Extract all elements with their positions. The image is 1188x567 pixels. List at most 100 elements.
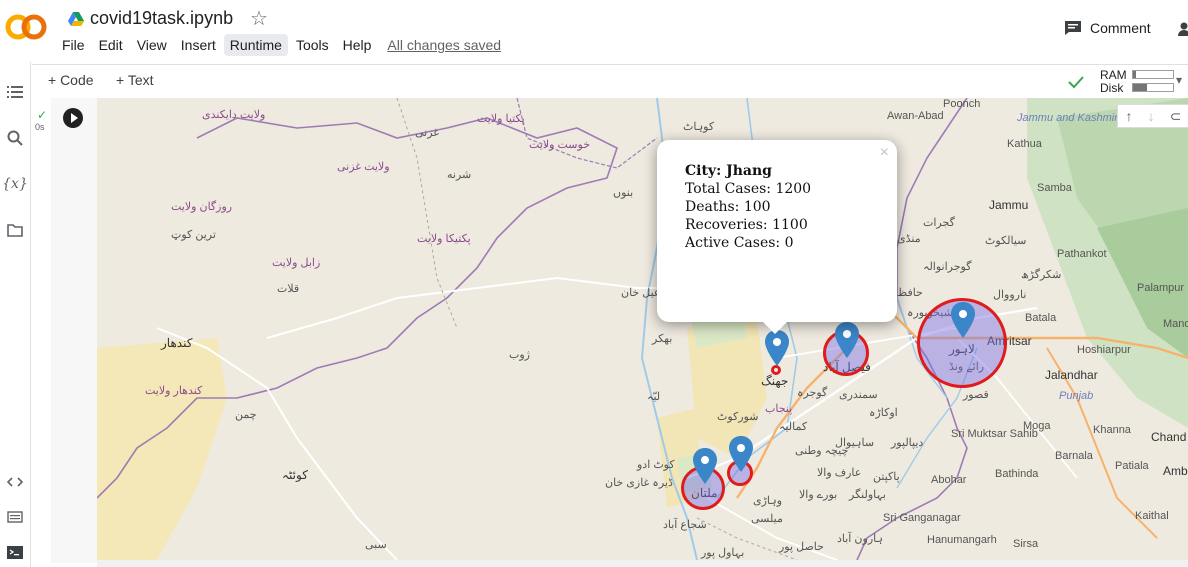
search-icon[interactable] <box>5 128 25 148</box>
disk-bar-fill <box>1133 84 1147 91</box>
map-label: Barnala <box>1055 450 1093 462</box>
popup-total-cases: Total Cases: 1200 <box>685 181 812 197</box>
cell-action-toolbar: ↑ ↓ ⊂ <box>1117 104 1188 128</box>
popup-close-button[interactable]: × <box>880 144 889 162</box>
notebook-title[interactable]: covid19task.ipynb <box>68 8 233 29</box>
map-pin-icon[interactable] <box>693 448 717 484</box>
map-pin-icon[interactable] <box>835 322 859 358</box>
link-icon[interactable]: ⊂ <box>1170 108 1182 125</box>
map-label: گجرات <box>923 217 955 229</box>
cell-run-area <box>51 98 98 563</box>
horizontal-scrollbar[interactable] <box>97 560 1188 567</box>
map-pin-icon[interactable] <box>951 302 975 338</box>
map-label: اوکاڑہ <box>869 407 898 419</box>
map-label: بورے والا <box>799 489 838 501</box>
menu-edit[interactable]: Edit <box>93 34 129 56</box>
table-of-contents-icon[interactable] <box>5 82 25 102</box>
comment-button[interactable]: Comment <box>1064 20 1151 36</box>
save-status-link[interactable]: All changes saved <box>379 34 509 56</box>
notebook-title-text[interactable]: covid19task.ipynb <box>90 8 233 29</box>
move-cell-down-icon[interactable]: ↓ <box>1148 108 1155 124</box>
add-code-button[interactable]: + Code <box>48 72 94 88</box>
map-label: گوجرانوالہ <box>923 261 972 273</box>
map-label: Jammu <box>989 198 1029 212</box>
ram-bar-fill <box>1133 71 1137 78</box>
cell-exec-time: 0s <box>35 122 45 132</box>
disk-label: Disk <box>1100 80 1124 95</box>
map-label: Hanumangarh <box>927 534 997 546</box>
cell-status-gutter: ✓ 0s <box>31 98 51 563</box>
map-pin-icon[interactable] <box>765 330 789 366</box>
colab-logo[interactable] <box>4 10 48 44</box>
map-label: دیپالپور <box>891 437 924 449</box>
map-label: کندهار ولایت <box>145 385 203 397</box>
chevron-down-icon[interactable]: ▾ <box>1176 73 1182 87</box>
popup-city: City: Jhang <box>685 163 772 179</box>
code-snippets-icon[interactable] <box>5 472 25 492</box>
map-label: Mand <box>1163 318 1188 330</box>
map-label: Batala <box>1025 312 1057 324</box>
terminal-icon[interactable] <box>5 542 25 562</box>
map-label: ولایت دایکندی <box>202 109 266 121</box>
add-text-button[interactable]: + Text <box>116 72 154 88</box>
map-label: پاکپتن <box>873 471 900 483</box>
map-label: شرنه <box>447 169 472 181</box>
menu-insert[interactable]: Insert <box>175 34 222 56</box>
map-label: خوست ولایت <box>529 139 591 151</box>
map-label: چمن <box>235 409 257 421</box>
command-palette-icon[interactable] <box>5 507 25 527</box>
menu-tools[interactable]: Tools <box>290 34 335 56</box>
folium-map[interactable]: ولایت دایکندی غزنی پکتیا ولایت خوست ولای… <box>97 98 1188 560</box>
popup-active-cases: Active Cases: 0 <box>685 235 794 251</box>
map-label: گوجرہ <box>797 387 828 399</box>
left-sidebar: {x} <box>0 62 31 567</box>
map-label: Chand <box>1151 430 1187 444</box>
menu-runtime[interactable]: Runtime <box>223 34 288 56</box>
map-label: شورکوٹ <box>717 411 759 423</box>
share-people-icon[interactable] <box>1176 22 1188 36</box>
run-cell-button[interactable] <box>63 108 83 128</box>
map-label: Awan-Abad <box>887 110 944 122</box>
map-label: کندهار <box>161 336 193 350</box>
map-label: Patiala <box>1115 460 1149 472</box>
city-circle-marker[interactable] <box>771 365 781 375</box>
map-label: میلسی <box>751 513 783 525</box>
map-label: Amb <box>1163 464 1188 478</box>
map-label: غزنی <box>415 127 440 139</box>
menu-view[interactable]: View <box>131 34 173 56</box>
disk-bar <box>1132 83 1174 92</box>
comment-icon <box>1065 21 1081 35</box>
variables-icon[interactable]: {x} <box>2 174 28 194</box>
marker-popup: × City: Jhang Total Cases: 1200 Deaths: … <box>657 140 897 334</box>
map-label: حافظ <box>897 287 923 299</box>
map-label: سمندری <box>839 389 878 401</box>
map-label: Sirsa <box>1013 538 1039 550</box>
move-cell-up-icon[interactable]: ↑ <box>1126 108 1133 124</box>
map-pin-icon[interactable] <box>729 436 753 472</box>
map-label: Khanna <box>1093 424 1131 436</box>
map-label: Kaithal <box>1135 510 1169 522</box>
map-label: Sri Muktsar Sahib <box>951 428 1038 440</box>
menu-file[interactable]: File <box>56 34 91 56</box>
map-label: ہارون آباد <box>837 533 883 545</box>
map-label: شجاع آباد <box>663 519 707 531</box>
map-label: چیچہ وطنی <box>795 445 849 457</box>
map-label: ترین کوټ <box>171 229 216 241</box>
map-label: سیالکوٹ <box>985 235 1027 247</box>
folder-icon[interactable] <box>5 220 25 240</box>
map-label: وہاڑی <box>753 495 783 507</box>
map-label: حاصل پور <box>779 541 824 553</box>
notebook-toolbar: + Code + Text RAM Disk ▾ <box>32 64 1188 100</box>
map-label: Kathua <box>1007 138 1042 150</box>
map-label: کوہاٹ <box>683 121 715 133</box>
map-label: نارووال <box>993 289 1027 301</box>
resource-monitor[interactable]: RAM Disk <box>1100 68 1174 95</box>
menu-help[interactable]: Help <box>337 34 378 56</box>
map-label: کوٹ ادو <box>637 459 675 471</box>
top-bar: covid19task.ipynb ☆ File Edit View Inser… <box>0 0 1188 62</box>
menu-bar: File Edit View Insert Runtime Tools Help… <box>56 34 509 56</box>
map-label: Punjab <box>1059 390 1094 402</box>
map-label: کمالیہ <box>779 421 808 433</box>
ram-bar <box>1132 70 1174 79</box>
star-icon[interactable]: ☆ <box>250 6 268 31</box>
